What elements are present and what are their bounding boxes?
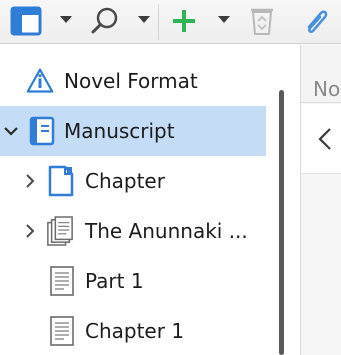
binder-outline: Novel Format Manuscript Chapter The Anun… xyxy=(0,45,281,355)
add-button[interactable] xyxy=(167,5,201,37)
manuscript-book-icon xyxy=(28,115,56,147)
chevron-right-icon[interactable] xyxy=(22,223,38,239)
binder-item-novel-format[interactable]: Novel Format xyxy=(0,56,266,106)
chevron-down-icon xyxy=(218,15,230,23)
chevron-left-icon xyxy=(318,128,331,150)
binder-item-manuscript[interactable]: Manuscript xyxy=(0,106,266,156)
add-plus-icon xyxy=(173,10,195,32)
chevron-right-icon[interactable] xyxy=(22,173,38,189)
trash-button[interactable] xyxy=(244,4,280,38)
toolbar-separator xyxy=(158,4,159,40)
binder-item-label: Part 1 xyxy=(85,269,144,293)
attach-button[interactable] xyxy=(297,4,337,38)
editor-header-label: No xyxy=(313,77,341,101)
binder-item-the-anunnaki[interactable]: The Anunnaki ... xyxy=(0,206,266,256)
binder-item-chapter[interactable]: Chapter xyxy=(0,156,266,206)
editor-pane: No xyxy=(301,45,341,355)
chevron-down-icon xyxy=(60,15,72,23)
binder-scrollbar[interactable] xyxy=(279,90,284,355)
binder-item-label: The Anunnaki ... xyxy=(85,219,248,243)
layout-dropdown-button[interactable] xyxy=(57,11,75,27)
editor-nav-bar xyxy=(301,104,341,174)
text-doc-icon xyxy=(48,265,76,297)
paperclip-icon xyxy=(307,10,328,34)
folder-doc-icon xyxy=(47,165,75,197)
info-triangle-icon xyxy=(26,65,54,97)
layout-panel-icon xyxy=(10,6,42,36)
toolbar xyxy=(0,0,341,44)
binder-item-label: Chapter xyxy=(85,169,165,193)
search-button[interactable] xyxy=(88,5,122,37)
add-dropdown-button[interactable] xyxy=(215,11,233,27)
chevron-down-icon xyxy=(138,15,150,23)
trash-recycle-icon xyxy=(251,8,273,35)
stack-docs-icon xyxy=(46,215,74,247)
layout-button[interactable] xyxy=(8,5,44,37)
editor-header: No xyxy=(301,45,341,103)
search-dropdown-button[interactable] xyxy=(135,11,153,27)
binder-item-chapter-1[interactable]: Chapter 1 xyxy=(0,306,266,355)
text-doc-icon xyxy=(48,315,76,347)
back-button[interactable] xyxy=(315,126,335,152)
search-icon xyxy=(91,7,118,34)
binder-item-label: Manuscript xyxy=(64,119,175,143)
binder-item-part-1[interactable]: Part 1 xyxy=(0,256,266,306)
binder-item-label: Novel Format xyxy=(64,69,198,93)
binder-item-label: Chapter 1 xyxy=(85,319,185,343)
chevron-down-icon[interactable] xyxy=(3,123,19,139)
